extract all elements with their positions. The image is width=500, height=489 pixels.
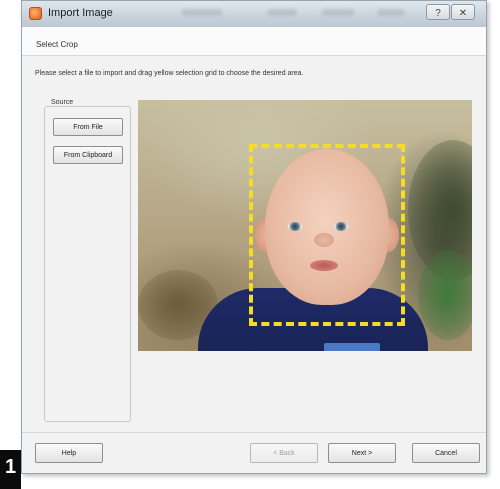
wizard-header bbox=[22, 27, 486, 56]
shirt-print bbox=[324, 343, 380, 351]
back-button[interactable]: < Back bbox=[250, 443, 318, 463]
blurred-title-text bbox=[267, 9, 297, 16]
next-button[interactable]: Next > bbox=[328, 443, 396, 463]
help-title-button[interactable]: ? bbox=[426, 4, 450, 20]
source-group-label: Source bbox=[49, 99, 76, 106]
blurred-title-text bbox=[377, 9, 405, 16]
blurred-title-text bbox=[182, 9, 222, 16]
cancel-button[interactable]: Cancel bbox=[412, 443, 480, 463]
help-button[interactable]: Help bbox=[35, 443, 103, 463]
title-bar[interactable]: Import Image ? ✕ bbox=[22, 1, 486, 28]
foliage bbox=[418, 250, 472, 340]
crop-selection-grid[interactable] bbox=[249, 144, 405, 326]
from-file-button[interactable]: From File bbox=[53, 118, 123, 136]
instruction-text: Please select a file to import and drag … bbox=[35, 70, 304, 77]
figure-number-badge: 1 bbox=[0, 450, 21, 489]
blurred-title-text bbox=[322, 9, 354, 16]
app-icon bbox=[29, 7, 42, 20]
window-title: Import Image bbox=[48, 7, 113, 19]
step-title: Select Crop bbox=[36, 40, 78, 49]
close-button[interactable]: ✕ bbox=[451, 4, 475, 20]
from-clipboard-button[interactable]: From Clipboard bbox=[53, 146, 123, 164]
footer-divider bbox=[22, 432, 486, 433]
